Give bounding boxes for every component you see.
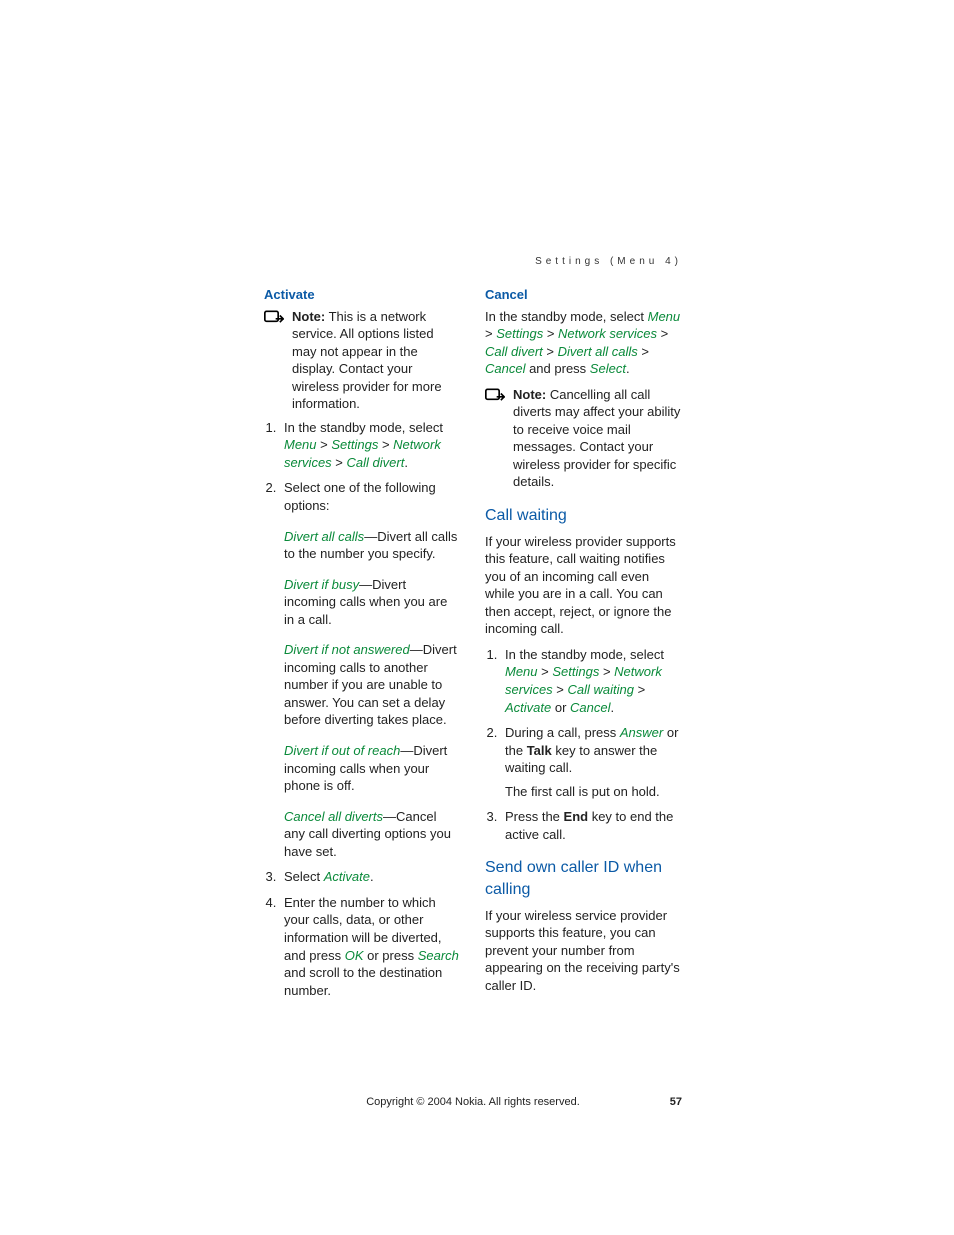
menu-path: Search — [418, 948, 459, 963]
text: During a call, press — [505, 725, 620, 740]
two-column-layout: Activate Note: This is a network service… — [264, 286, 682, 1007]
note-label: Note: — [292, 309, 325, 324]
sep: > — [634, 682, 645, 697]
heading-call-waiting: Call waiting — [485, 505, 682, 527]
option-divert-busy: Divert if busy—Divert incoming calls whe… — [284, 576, 461, 629]
menu-path: Menu — [505, 664, 538, 679]
text: In the standby mode, select — [284, 420, 443, 435]
key-name: Talk — [527, 743, 552, 758]
text: or press — [364, 948, 418, 963]
activate-steps-cont: Select Activate. Enter the number to whi… — [264, 868, 461, 999]
menu-path: Cancel — [485, 361, 525, 376]
menu-path: Call divert — [485, 344, 543, 359]
text: Select one of the following options: — [284, 480, 436, 513]
sep: > — [553, 682, 568, 697]
step-1: In the standby mode, select Menu > Setti… — [280, 419, 461, 472]
option-divert-all: Divert all calls—Divert all calls to the… — [284, 528, 461, 563]
cancel-body: In the standby mode, select Menu > Setti… — [485, 308, 682, 378]
sep: > — [332, 455, 347, 470]
menu-path: OK — [345, 948, 364, 963]
sep: > — [638, 344, 649, 359]
copyright-text: Copyright © 2004 Nokia. All rights reser… — [264, 1095, 682, 1110]
page-number: 57 — [670, 1095, 682, 1110]
menu-path: Settings — [552, 664, 599, 679]
option-term: Divert if out of reach — [284, 743, 400, 758]
heading-cancel: Cancel — [485, 286, 682, 304]
note-label: Note: — [513, 387, 546, 402]
right-column: Cancel In the standby mode, select Menu … — [485, 286, 682, 1007]
page-header: Settings (Menu 4) — [535, 255, 682, 269]
text: Press the — [505, 809, 564, 824]
activate-steps: In the standby mode, select Menu > Setti… — [264, 419, 461, 515]
step-2: Select one of the following options: — [280, 479, 461, 514]
option-divert-noanswer: Divert if not answered—Divert incoming c… — [284, 641, 461, 729]
note-icon — [264, 308, 284, 413]
sep: > — [657, 326, 668, 341]
manual-page: Settings (Menu 4) Activate Note: This is… — [0, 0, 954, 1235]
caller-id-body: If your wireless service provider suppor… — [485, 907, 682, 995]
cw-step-2-note: The first call is put on hold. — [505, 783, 682, 801]
text: In the standby mode, select — [505, 647, 664, 662]
page-footer: Copyright © 2004 Nokia. All rights reser… — [264, 1095, 682, 1110]
sep: > — [543, 344, 558, 359]
note-icon — [485, 386, 505, 491]
cw-step-1: In the standby mode, select Menu > Setti… — [501, 646, 682, 716]
note-body: Cancelling all call diverts may affect y… — [513, 387, 680, 490]
sep: > — [543, 326, 558, 341]
text: Select — [284, 869, 324, 884]
cw-step-3: Press the End key to end the active call… — [501, 808, 682, 843]
cw-step-2: During a call, press Answer or the Talk … — [501, 724, 682, 800]
text: and scroll to the destination number. — [284, 965, 442, 998]
menu-path: Call divert — [347, 455, 405, 470]
note-text: Note: Cancelling all call diverts may af… — [513, 386, 682, 491]
text: and press — [525, 361, 589, 376]
text: . — [611, 700, 615, 715]
text: or — [551, 700, 570, 715]
sep: > — [599, 664, 614, 679]
menu-path: Menu — [648, 309, 681, 324]
key-name: End — [564, 809, 589, 824]
menu-path: Network services — [558, 326, 657, 341]
step-3: Select Activate. — [280, 868, 461, 886]
sep: > — [317, 437, 332, 452]
text: . — [404, 455, 408, 470]
option-divert-outofreach: Divert if out of reach—Divert incoming c… — [284, 742, 461, 795]
note-block: Note: This is a network service. All opt… — [264, 308, 461, 413]
option-cancel-all: Cancel all diverts—Cancel any call diver… — [284, 808, 461, 861]
option-term: Cancel all diverts — [284, 809, 383, 824]
sep: > — [538, 664, 553, 679]
menu-path: Select — [590, 361, 626, 376]
menu-path: Settings — [496, 326, 543, 341]
text: . — [626, 361, 630, 376]
menu-path: Divert all calls — [558, 344, 638, 359]
note-text: Note: This is a network service. All opt… — [292, 308, 461, 413]
heading-caller-id: Send own caller ID when calling — [485, 857, 682, 900]
left-column: Activate Note: This is a network service… — [264, 286, 461, 1007]
menu-path: Settings — [331, 437, 378, 452]
call-waiting-intro: If your wireless provider supports this … — [485, 533, 682, 638]
menu-path: Activate — [505, 700, 551, 715]
note-block: Note: Cancelling all call diverts may af… — [485, 386, 682, 491]
menu-path: Menu — [284, 437, 317, 452]
option-term: Divert all calls — [284, 529, 364, 544]
menu-path: Answer — [620, 725, 663, 740]
sep: > — [378, 437, 393, 452]
text: . — [370, 869, 374, 884]
heading-activate: Activate — [264, 286, 461, 304]
call-waiting-steps: In the standby mode, select Menu > Setti… — [485, 646, 682, 843]
step-4: Enter the number to which your calls, da… — [280, 894, 461, 999]
menu-path: Cancel — [570, 700, 610, 715]
menu-path: Call waiting — [568, 682, 634, 697]
text: In the standby mode, select — [485, 309, 648, 324]
sep: > — [485, 326, 496, 341]
option-term: Divert if busy — [284, 577, 359, 592]
option-term: Divert if not answered — [284, 642, 410, 657]
menu-path: Activate — [324, 869, 370, 884]
